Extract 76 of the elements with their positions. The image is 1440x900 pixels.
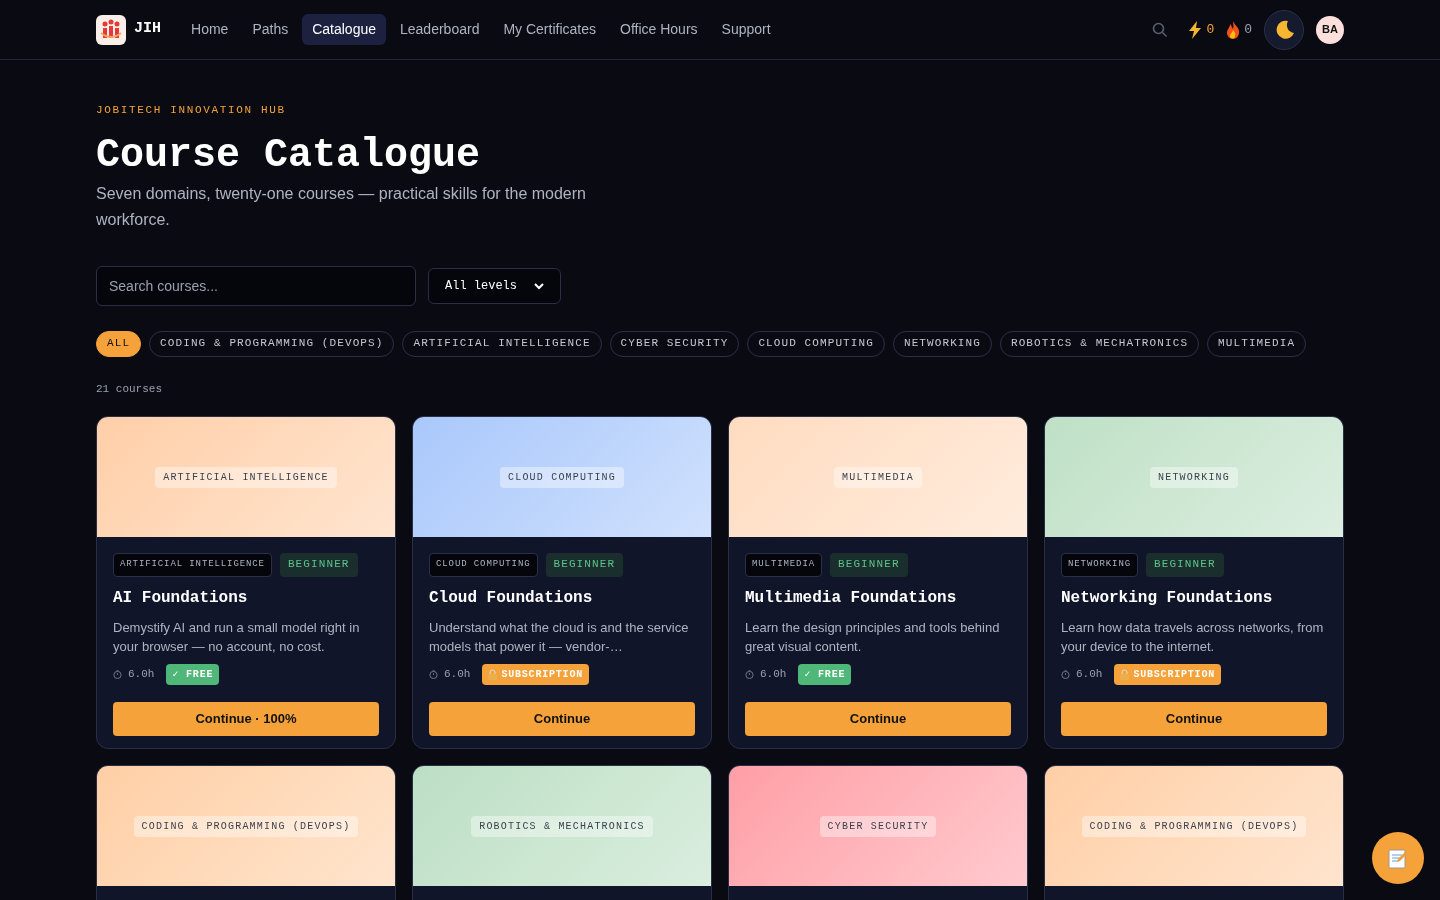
- notepad-icon: [1387, 847, 1409, 869]
- nav-link[interactable]: Office Hours: [610, 14, 708, 45]
- course-duration: 6.0h: [128, 666, 155, 682]
- banner-label: NETWORKING: [1150, 466, 1238, 488]
- course-card[interactable]: ARTIFICIAL INTELLIGENCE ARTIFICIAL INTELLIGENCE BEGINNER AI Foundations Demystify AI and run a small model right in your browser — no account, no cost. 6.0h ✓ FREE Continue · 100%: [96, 416, 396, 749]
- course-title: Multimedia Foundations: [745, 587, 958, 609]
- search-icon[interactable]: [1152, 21, 1169, 38]
- course-duration: 6.0h: [1076, 666, 1103, 682]
- chevron-icon: [534, 281, 544, 290]
- timer-icon: [113, 669, 122, 679]
- access-badge: SUBSCRIPTION: [482, 663, 590, 685]
- banner-label: CODING & PROGRAMMING (DEVOPS): [133, 815, 359, 837]
- brand-name[interactable]: JIH: [134, 18, 161, 41]
- lock-icon: [488, 668, 498, 680]
- level-tag: BEGINNER: [1146, 553, 1224, 577]
- eyebrow-text: JOBITECH INNOVATION HUB: [96, 103, 287, 118]
- timer-icon: [745, 669, 754, 679]
- streak-count: 0: [1244, 20, 1252, 39]
- lightning-icon: [1188, 20, 1203, 39]
- course-title: Cloud Foundations: [429, 587, 594, 609]
- continue-button[interactable]: Continue: [745, 701, 1011, 736]
- category-tag: ARTIFICIAL INTELLIGENCE: [113, 553, 272, 577]
- course-title: AI Foundations: [113, 587, 249, 609]
- course-card[interactable]: CYBER SECURITY: [728, 765, 1028, 900]
- access-badge: ✓ FREE: [166, 663, 220, 685]
- level-tag: BEGINNER: [545, 553, 624, 577]
- nav-link[interactable]: Paths: [242, 14, 299, 45]
- lock-icon: [1120, 668, 1130, 680]
- notes-button[interactable]: [1372, 832, 1424, 884]
- nav-link[interactable]: My Certificates: [493, 14, 606, 45]
- course-description: Understand what the cloud is and the service models that power it — vendor-…: [429, 618, 690, 656]
- nav-link[interactable]: Leaderboard: [390, 14, 490, 45]
- course-count: 21 courses: [96, 381, 163, 397]
- course-card[interactable]: ROBOTICS & MECHATRONICS: [412, 765, 712, 900]
- nav-link[interactable]: Catalogue: [302, 14, 386, 45]
- level-tag: BEGINNER: [279, 553, 358, 577]
- page-title: Course Catalogue: [96, 131, 482, 180]
- course-card[interactable]: CODING & PROGRAMMING (DEVOPS): [1044, 765, 1344, 900]
- banner-label: CYBER SECURITY: [819, 815, 937, 837]
- logo-icon[interactable]: [96, 14, 126, 45]
- nav-link[interactable]: Home: [181, 14, 239, 45]
- course-card[interactable]: CODING & PROGRAMMING (DEVOPS): [96, 765, 396, 900]
- course-description: Learn how data travels across networks, from your device to the internet.: [1061, 618, 1325, 656]
- level-select[interactable]: All levels: [428, 267, 561, 304]
- category-tag: CLOUD COMPUTING: [429, 553, 538, 577]
- user-avatar[interactable]: BA: [1316, 15, 1344, 44]
- category-tag: MULTIMEDIA: [745, 553, 822, 577]
- search-field[interactable]: Search courses...: [96, 265, 416, 306]
- category-chip[interactable]: ALL: [96, 330, 142, 357]
- banner-label: ROBOTICS & MECHATRONICS: [471, 815, 653, 837]
- course-duration: 6.0h: [760, 666, 787, 682]
- course-card[interactable]: NETWORKING NETWORKING BEGINNER Networking Foundations Learn how data travels across networks, from your device to the internet. 6.0h SUBSCRIPTION Continue: [1044, 416, 1344, 749]
- banner-label: ARTIFICIAL INTELLIGENCE: [155, 466, 337, 488]
- continue-button[interactable]: Continue: [1061, 701, 1327, 736]
- category-tag: NETWORKING: [1061, 553, 1138, 577]
- timer-icon: [1061, 669, 1070, 679]
- xp-count: 0: [1206, 20, 1215, 39]
- level-tag: BEGINNER: [830, 553, 908, 577]
- page-subtitle: Seven domains, twenty-one courses — practical skills for the modern workforce.: [96, 183, 587, 230]
- course-title: Networking Foundations: [1061, 587, 1274, 609]
- flame-icon: [1226, 20, 1241, 39]
- course-card[interactable]: MULTIMEDIA MULTIMEDIA BEGINNER Multimedia Foundations Learn the design principles and tools behind great visual content. 6.0h ✓ FREE Continue: [728, 416, 1028, 749]
- continue-button[interactable]: Continue: [429, 701, 695, 736]
- course-description: Demystify AI and run a small model right in your browser — no account, no cost.: [113, 618, 361, 656]
- banner-label: CLOUD COMPUTING: [500, 466, 624, 488]
- access-badge: ✓ FREE: [798, 663, 852, 685]
- banner-label: CODING & PROGRAMMING (DEVOPS): [1081, 815, 1307, 837]
- course-card[interactable]: CLOUD COMPUTING CLOUD COMPUTING BEGINNER Cloud Foundations Understand what the cloud is and the service models that power it — vendor-… 6.0h SUBSCRIPTION Continue: [412, 416, 712, 749]
- banner-label: MULTIMEDIA: [834, 466, 922, 488]
- course-duration: 6.0h: [444, 666, 471, 682]
- nav-link[interactable]: Support: [711, 14, 781, 45]
- course-description: Learn the design principles and tools behind great visual content.: [745, 618, 1001, 656]
- theme-toggle[interactable]: [1264, 9, 1304, 50]
- access-badge: SUBSCRIPTION: [1114, 663, 1222, 685]
- continue-button[interactable]: Continue · 100%: [113, 701, 379, 736]
- timer-icon: [429, 669, 438, 679]
